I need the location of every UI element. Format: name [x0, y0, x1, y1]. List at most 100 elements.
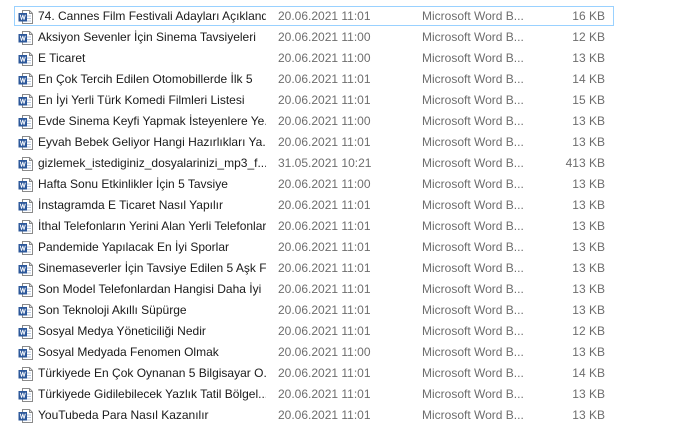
file-date: 20.06.2021 11:01	[278, 261, 371, 275]
file-type: Microsoft Word B...	[422, 261, 524, 275]
file-size: 13 KB	[572, 408, 605, 422]
word-document-icon	[18, 30, 34, 46]
file-type: Microsoft Word B...	[422, 408, 524, 422]
file-row[interactable]: gizlemek_istediginiz_dosyalarinizi_mp3_f…	[14, 153, 614, 173]
file-row[interactable]: Hafta Sonu Etkinlikler İçin 5 Tavsiye 20.…	[14, 174, 614, 194]
file-size: 15 KB	[572, 93, 605, 107]
file-name: En İyi Yerli Türk Komedi Filmleri Listes…	[38, 93, 245, 107]
file-type: Microsoft Word B...	[422, 93, 524, 107]
file-date: 20.06.2021 11:01	[278, 93, 371, 107]
file-size: 13 KB	[572, 51, 605, 65]
word-document-icon	[18, 51, 34, 67]
file-date: 20.06.2021 11:01	[278, 408, 371, 422]
file-row[interactable]: Sosyal Medyada Fenomen Olmak 20.06.2021 1…	[14, 342, 614, 362]
file-name: İthal Telefonların Yerini Alan Yerli Tel…	[38, 219, 266, 233]
file-row[interactable]: Aksiyon Sevenler İçin Sinema Tavsiyeleri…	[14, 27, 614, 47]
file-type: Microsoft Word B...	[422, 219, 524, 233]
file-row[interactable]: Sinemaseverler İçin Tavsiye Edilen 5 Aşk…	[14, 258, 614, 278]
file-date: 20.06.2021 11:00	[278, 51, 371, 65]
word-document-icon	[18, 240, 34, 256]
file-type: Microsoft Word B...	[422, 387, 524, 401]
file-row[interactable]: 74. Cannes Film Festivali Adayları Açıkl…	[14, 6, 614, 26]
file-date: 20.06.2021 11:01	[278, 303, 371, 317]
word-document-icon	[18, 72, 34, 88]
file-name: E Ticaret	[38, 51, 86, 65]
file-name: 74. Cannes Film Festivali Adayları Açıkl…	[38, 9, 266, 23]
file-name: En Çok Tercih Edilen Otomobillerde İlk 5	[38, 72, 253, 86]
file-size: 12 KB	[572, 324, 605, 338]
file-date: 20.06.2021 11:01	[278, 198, 371, 212]
file-row[interactable]: En Çok Tercih Edilen Otomobillerde İlk 5…	[14, 69, 614, 89]
file-date: 20.06.2021 11:01	[278, 72, 371, 86]
word-document-icon	[18, 219, 34, 235]
file-name: İnstagramda E Ticaret Nasıl Yapılır	[38, 198, 223, 212]
file-row[interactable]: Evde Sinema Keyfi Yapmak İsteyenlere Ye.…	[14, 111, 614, 131]
file-name: Eyvah Bebek Geliyor Hangi Hazırlıkları Y…	[38, 135, 266, 149]
file-type: Microsoft Word B...	[422, 135, 524, 149]
file-name: Türkiyede Gidilebilecek Yazlık Tatil Böl…	[38, 387, 266, 401]
file-type: Microsoft Word B...	[422, 156, 524, 170]
word-document-icon	[18, 345, 34, 361]
file-size: 13 KB	[572, 240, 605, 254]
file-row[interactable]: Türkiyede En Çok Oynanan 5 Bilgisayar O.…	[14, 363, 614, 383]
file-type: Microsoft Word B...	[422, 240, 524, 254]
file-size: 12 KB	[572, 30, 605, 44]
word-document-icon	[18, 324, 34, 340]
file-row[interactable]: En İyi Yerli Türk Komedi Filmleri Listes…	[14, 90, 614, 110]
file-row[interactable]: İnstagramda E Ticaret Nasıl Yapılır 20.06…	[14, 195, 614, 215]
file-type: Microsoft Word B...	[422, 345, 524, 359]
file-row[interactable]: Sosyal Medya Yöneticiliği Nedir 20.06.202…	[14, 321, 614, 341]
file-date: 20.06.2021 11:01	[278, 219, 371, 233]
file-size: 13 KB	[572, 261, 605, 275]
file-type: Microsoft Word B...	[422, 30, 524, 44]
file-list[interactable]: 74. Cannes Film Festivali Adayları Açıkl…	[0, 0, 684, 435]
file-date: 20.06.2021 11:01	[278, 324, 371, 338]
file-name: Son Model Telefonlardan Hangisi Daha İyi	[38, 282, 262, 296]
file-date: 20.06.2021 11:01	[278, 387, 371, 401]
file-row[interactable]: Son Teknoloji Akıllı Süpürge 20.06.2021 1…	[14, 300, 614, 320]
file-name: Sosyal Medyada Fenomen Olmak	[38, 345, 219, 359]
file-type: Microsoft Word B...	[422, 9, 524, 23]
file-name: Sinemaseverler İçin Tavsiye Edilen 5 Aşk…	[38, 261, 266, 275]
file-date: 20.06.2021 11:00	[278, 30, 371, 44]
file-row[interactable]: İthal Telefonların Yerini Alan Yerli Tel…	[14, 216, 614, 236]
file-row[interactable]: Pandemide Yapılacak En İyi Sporlar 20.06.…	[14, 237, 614, 257]
word-document-icon	[18, 303, 34, 319]
word-document-icon	[18, 366, 34, 382]
file-type: Microsoft Word B...	[422, 198, 524, 212]
file-row[interactable]: E Ticaret 20.06.2021 11:00 Microsoft Word …	[14, 48, 614, 68]
file-row[interactable]: Türkiyede Gidilebilecek Yazlık Tatil Böl…	[14, 384, 614, 404]
file-name: YouTubeda Para Nasıl Kazanılır	[38, 408, 209, 422]
word-document-icon	[18, 93, 34, 109]
file-size: 13 KB	[572, 114, 605, 128]
file-size: 13 KB	[572, 345, 605, 359]
word-document-icon	[18, 282, 34, 298]
word-document-icon	[18, 135, 34, 151]
file-row[interactable]: Eyvah Bebek Geliyor Hangi Hazırlıkları Y…	[14, 132, 614, 152]
file-date: 20.06.2021 11:01	[278, 9, 371, 23]
file-name: gizlemek_istediginiz_dosyalarinizi_mp3_f…	[38, 156, 266, 170]
file-size: 413 KB	[565, 156, 605, 170]
file-size: 13 KB	[572, 135, 605, 149]
file-name: Evde Sinema Keyfi Yapmak İsteyenlere Ye.…	[38, 114, 266, 128]
file-size: 13 KB	[572, 177, 605, 191]
file-type: Microsoft Word B...	[422, 177, 524, 191]
file-name: Sosyal Medya Yöneticiliği Nedir	[38, 324, 206, 338]
file-size: 13 KB	[572, 387, 605, 401]
file-row[interactable]: YouTubeda Para Nasıl Kazanılır 20.06.2021…	[14, 405, 614, 425]
file-type: Microsoft Word B...	[422, 282, 524, 296]
file-size: 13 KB	[572, 219, 605, 233]
word-document-icon	[18, 114, 34, 130]
file-date: 31.05.2021 10:21	[278, 156, 372, 170]
file-name: Son Teknoloji Akıllı Süpürge	[38, 303, 187, 317]
word-document-icon	[18, 387, 34, 403]
file-date: 20.06.2021 11:01	[278, 282, 371, 296]
file-row[interactable]: Son Model Telefonlardan Hangisi Daha İyi…	[14, 279, 614, 299]
file-size: 13 KB	[572, 303, 605, 317]
file-name: Hafta Sonu Etkinlikler İçin 5 Tavsiye	[38, 177, 228, 191]
file-name: Türkiyede En Çok Oynanan 5 Bilgisayar O.…	[38, 366, 266, 380]
file-type: Microsoft Word B...	[422, 114, 524, 128]
file-name: Pandemide Yapılacak En İyi Sporlar	[38, 240, 229, 254]
file-date: 20.06.2021 11:00	[278, 114, 371, 128]
file-type: Microsoft Word B...	[422, 51, 524, 65]
